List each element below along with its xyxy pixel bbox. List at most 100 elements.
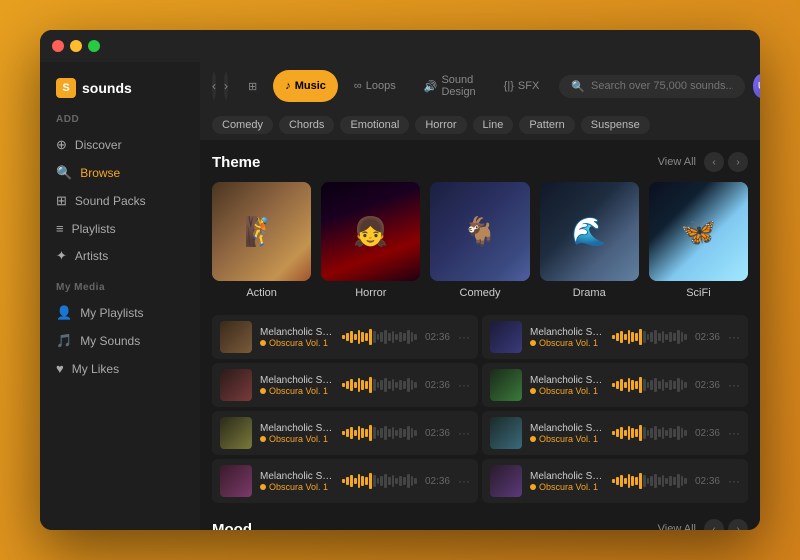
wave-bar <box>414 478 417 484</box>
wave-bar <box>639 329 642 345</box>
sound-dot <box>530 484 536 490</box>
sound-duration: 02:36 <box>695 428 720 439</box>
wave-bar <box>639 377 642 393</box>
sound-waveform <box>342 327 416 347</box>
wave-bar <box>354 478 357 484</box>
sound-more-button[interactable]: ··· <box>728 426 740 440</box>
sound-list: Melancholic Sha...Obscura Vol. 102:36···… <box>212 315 748 503</box>
wave-bar <box>358 378 361 392</box>
theme-card-action[interactable]: 🧗 Action <box>212 182 311 299</box>
sound-more-button[interactable]: ··· <box>458 378 470 392</box>
search-input[interactable] <box>591 80 733 92</box>
chip-emotional[interactable]: Emotional <box>340 116 409 134</box>
sound-row-7[interactable]: Melancholic Sha...Obscura Vol. 102:36··· <box>482 459 748 503</box>
sidebar-item-my-playlists-label: My Playlists <box>80 306 143 320</box>
wave-bar <box>673 333 676 341</box>
sound-more-button[interactable]: ··· <box>728 330 740 344</box>
nav-back-button[interactable]: ‹ <box>212 72 216 100</box>
wave-bar <box>384 426 387 440</box>
theme-card-horror-label: Horror <box>355 287 386 299</box>
sound-more-button[interactable]: ··· <box>458 474 470 488</box>
sidebar-item-artists[interactable]: ✦ Artists <box>40 242 200 270</box>
close-button[interactable] <box>52 40 64 52</box>
wave-bar <box>681 428 684 438</box>
wave-bar <box>365 429 368 437</box>
wave-bar <box>380 428 383 438</box>
sound-row-1[interactable]: Melancholic Sha...Obscura Vol. 102:36··· <box>482 315 748 359</box>
theme-view-all-button[interactable]: View All <box>658 156 696 168</box>
wave-bar <box>643 379 646 391</box>
sound-info: Melancholic Sha...Obscura Vol. 1 <box>530 423 604 444</box>
tab-loops[interactable]: ∞ Loops <box>342 70 408 102</box>
chip-comedy[interactable]: Comedy <box>212 116 273 134</box>
chip-horror[interactable]: Horror <box>415 116 466 134</box>
sound-row-6[interactable]: Melancholic Sha...Obscura Vol. 102:36··· <box>212 459 478 503</box>
tab-all[interactable]: ⊞ <box>236 70 269 102</box>
music-tab-label: Music <box>295 80 326 92</box>
mood-view-all-button[interactable]: View All <box>658 523 696 530</box>
wave-bar <box>665 334 668 340</box>
sound-subtitle: Obscura Vol. 1 <box>260 482 334 492</box>
maximize-button[interactable] <box>88 40 100 52</box>
sound-row-2[interactable]: Melancholic Sha...Obscura Vol. 102:36··· <box>212 363 478 407</box>
wave-bar <box>388 381 391 389</box>
wave-bar <box>395 382 398 388</box>
artists-icon: ✦ <box>56 248 67 264</box>
wave-bar <box>403 429 406 437</box>
sidebar-item-my-sounds[interactable]: 🎵 My Sounds <box>40 327 200 355</box>
theme-card-scifi[interactable]: 🦋 SciFi <box>649 182 748 299</box>
theme-card-comedy[interactable]: 🐐 Comedy <box>430 182 529 299</box>
sidebar-item-my-sounds-label: My Sounds <box>80 334 140 348</box>
wave-bar <box>620 427 623 439</box>
minimize-button[interactable] <box>70 40 82 52</box>
wave-bar <box>384 330 387 344</box>
theme-card-horror[interactable]: 👧 Horror <box>321 182 420 299</box>
theme-prev-button[interactable]: ‹ <box>704 152 724 172</box>
sound-row-0[interactable]: Melancholic Sha...Obscura Vol. 1 02:36 ··· <box>212 315 478 359</box>
chip-chords[interactable]: Chords <box>279 116 334 134</box>
sound-row-4[interactable]: Melancholic Sha...Obscura Vol. 102:36··· <box>212 411 478 455</box>
sidebar-item-playlists[interactable]: ≡ Playlists <box>40 215 200 242</box>
sound-row-5[interactable]: Melancholic Sha...Obscura Vol. 1 02:36 ··· <box>482 411 748 455</box>
wave-bar <box>628 426 631 440</box>
sidebar-item-sound-packs[interactable]: ⊞ Sound Packs <box>40 187 200 215</box>
tab-sfx[interactable]: {|} SFX <box>492 70 552 102</box>
tab-music[interactable]: ♪ Music <box>273 70 338 102</box>
sidebar-item-discover[interactable]: ⊕ Discover <box>40 131 200 159</box>
sound-more-button[interactable]: ··· <box>728 474 740 488</box>
sound-waveform <box>612 471 686 491</box>
mood-prev-button[interactable]: ‹ <box>704 519 724 530</box>
sound-name: Melancholic Sha... <box>530 423 604 434</box>
wave-bar <box>650 332 653 342</box>
wave-bar <box>407 330 410 344</box>
theme-next-button[interactable]: › <box>728 152 748 172</box>
wave-bar <box>650 428 653 438</box>
sound-design-tab-label: Sound Design <box>441 74 475 98</box>
sound-dot <box>260 388 266 394</box>
chip-line[interactable]: Line <box>473 116 514 134</box>
sound-thumbnail <box>220 417 252 449</box>
sidebar-item-my-playlists[interactable]: 👤 My Playlists <box>40 299 200 327</box>
nav-forward-button[interactable]: › <box>224 72 228 100</box>
sound-more-button[interactable]: ··· <box>728 378 740 392</box>
wave-bar <box>635 333 638 341</box>
wave-bar <box>395 334 398 340</box>
sound-name: Melancholic Sha... <box>530 471 604 482</box>
search-bar[interactable]: 🔍 <box>559 75 745 98</box>
chip-pattern[interactable]: Pattern <box>519 116 574 134</box>
sound-more-button[interactable]: ··· <box>458 330 470 344</box>
wave-bar <box>342 335 345 339</box>
scroll-area[interactable]: Theme View All ‹ › 🧗 Action <box>200 140 760 530</box>
chip-suspense[interactable]: Suspense <box>581 116 650 134</box>
wave-bar <box>361 380 364 390</box>
mood-next-button[interactable]: › <box>728 519 748 530</box>
sound-duration: 02:36 <box>425 332 450 343</box>
sound-info: Melancholic Sha...Obscura Vol. 1 <box>260 327 334 348</box>
sound-row-3[interactable]: Melancholic Sho...Obscura Vol. 102:36··· <box>482 363 748 407</box>
sidebar-item-browse[interactable]: 🔍 Browse <box>40 159 200 187</box>
sound-more-button[interactable]: ··· <box>458 426 470 440</box>
comedy-figure: 🐐 <box>430 182 529 281</box>
tab-sound-design[interactable]: 🔊 Sound Design <box>412 70 488 102</box>
theme-card-drama[interactable]: 🌊 Drama <box>540 182 639 299</box>
sidebar-item-my-likes[interactable]: ♥ My Likes <box>40 355 200 382</box>
